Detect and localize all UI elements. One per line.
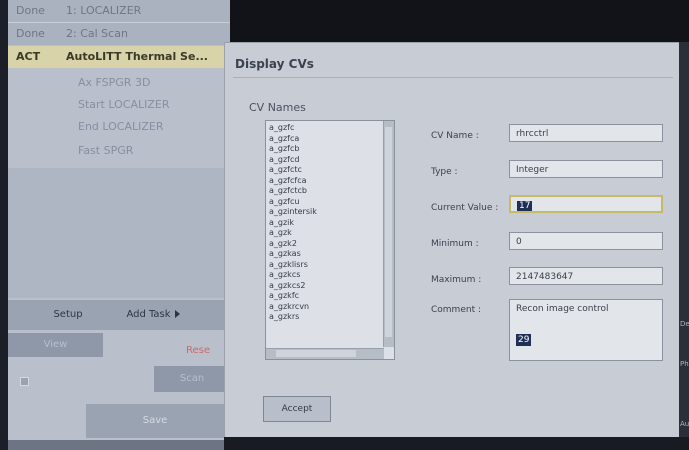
queue-empty-area bbox=[8, 168, 230, 298]
cv-name-item[interactable]: a_gzkcs bbox=[269, 270, 379, 281]
scrollbar-thumb[interactable] bbox=[276, 350, 356, 357]
setup-button[interactable]: Setup bbox=[38, 304, 98, 326]
cv-name-item[interactable]: a_gzkrcvn bbox=[269, 302, 379, 313]
reset-label: Rese bbox=[186, 345, 211, 356]
cv-name-item[interactable]: a_gzkrs bbox=[269, 312, 379, 323]
cv-name-item[interactable]: a_gzk2 bbox=[269, 239, 379, 250]
auto-scan-label: Auto Scan bbox=[34, 376, 85, 387]
queue-task-name: AutoLITT Thermal Se... bbox=[66, 50, 208, 63]
comment-highlight: 29 bbox=[516, 334, 532, 346]
right-edge-strip bbox=[679, 42, 689, 437]
divider bbox=[233, 77, 673, 78]
bottom-dark-area bbox=[224, 437, 689, 450]
cv-names-label: CV Names bbox=[249, 101, 306, 114]
dialog-title: Display CVs bbox=[235, 57, 314, 71]
checkbox-icon bbox=[20, 376, 29, 386]
triangle-right-icon bbox=[174, 310, 180, 318]
cv-name-field[interactable]: rhrcctrl bbox=[509, 124, 663, 142]
cv-name-item[interactable]: a_gzkfc bbox=[269, 291, 379, 302]
cv-name-item[interactable]: a_gzfcfca bbox=[269, 176, 379, 187]
cv-name-item[interactable]: a_gzintersik bbox=[269, 207, 379, 218]
cv-name-item[interactable]: a_gzklisrs bbox=[269, 260, 379, 271]
scrollbar-thumb[interactable] bbox=[385, 127, 392, 337]
top-dark-area bbox=[230, 0, 689, 42]
list-horizontal-scrollbar[interactable] bbox=[266, 348, 384, 359]
queue-row-cal-scan[interactable]: Done 2: Cal Scan bbox=[8, 23, 230, 45]
cv-name-item[interactable]: a_gzfctcb bbox=[269, 186, 379, 197]
list-vertical-scrollbar[interactable] bbox=[383, 121, 394, 347]
queue-status: Done bbox=[16, 27, 45, 40]
cv-names-list[interactable]: a_gzfc a_gzfca a_gzfcb a_gzfcd a_gzfctc a_gzf… bbox=[265, 120, 395, 360]
comment-label: Comment : bbox=[431, 305, 481, 315]
queue-subitem-label: Fast SPGR bbox=[78, 144, 134, 157]
display-cvs-dialog: Display CVs CV Names a_gzfc a_gzfca a_gzfc… bbox=[224, 42, 681, 439]
right-edge-text: Ph bbox=[680, 360, 689, 368]
type-label: Type : bbox=[431, 167, 458, 177]
cv-names-items: a_gzfc a_gzfca a_gzfcb a_gzfcd a_gzfctc a_gzf… bbox=[269, 123, 379, 323]
cv-name-item[interactable]: a_gzfc bbox=[269, 123, 379, 134]
cv-name-item[interactable]: a_gzk bbox=[269, 228, 379, 239]
right-edge-text: De bbox=[680, 320, 689, 328]
minimum-label: Minimum : bbox=[431, 239, 479, 249]
cv-name-label: CV Name : bbox=[431, 131, 479, 141]
queue-subitem[interactable]: Ax FSPGR 3D bbox=[8, 72, 230, 94]
queue-subitem-label: Start LOCALIZER bbox=[78, 98, 170, 111]
queue-task-name: 1: LOCALIZER bbox=[66, 4, 142, 17]
maximum-label: Maximum : bbox=[431, 275, 482, 285]
current-value-input[interactable]: 17 bbox=[509, 195, 663, 213]
current-value-text: 17 bbox=[517, 201, 533, 211]
accept-button[interactable]: Accept bbox=[263, 396, 331, 422]
cv-name-item[interactable]: a_gzkas bbox=[269, 249, 379, 260]
queue-subitem[interactable]: End LOCALIZER bbox=[8, 116, 230, 138]
queue-status: Done bbox=[16, 4, 45, 17]
queue-task-name: 2: Cal Scan bbox=[66, 27, 128, 40]
queue-bottom-strip bbox=[8, 440, 230, 450]
type-field[interactable]: Integer bbox=[509, 160, 663, 178]
queue-subitem-label: End LOCALIZER bbox=[78, 120, 164, 133]
cv-name-item[interactable]: a_gzfcd bbox=[269, 155, 379, 166]
cv-name-item[interactable]: a_gzik bbox=[269, 218, 379, 229]
view-button[interactable]: View bbox=[8, 333, 103, 357]
queue-row-localizer[interactable]: Done 1: LOCALIZER bbox=[8, 0, 230, 22]
cv-name-item[interactable]: a_gzkcs2 bbox=[269, 281, 379, 292]
auto-scan-toggle[interactable]: Auto Scan bbox=[20, 376, 85, 387]
comment-text: Recon image control bbox=[516, 304, 609, 314]
queue-subitem[interactable]: Start LOCALIZER bbox=[8, 94, 230, 116]
cv-name-item[interactable]: a_gzfca bbox=[269, 134, 379, 145]
queue-subitem[interactable]: Fast SPGR bbox=[8, 140, 230, 162]
queue-row-autolitt[interactable]: ACT AutoLITT Thermal Se... bbox=[8, 46, 230, 68]
scanner-console-screen: Done 1: LOCALIZER Done 2: Cal Scan ACT A… bbox=[0, 0, 689, 450]
maximum-field[interactable]: 2147483647 bbox=[509, 267, 663, 285]
current-value-label: Current Value : bbox=[431, 203, 499, 213]
right-edge-text: Au bbox=[680, 420, 689, 428]
minimum-field[interactable]: 0 bbox=[509, 232, 663, 250]
scan-button[interactable]: Scan bbox=[154, 366, 230, 392]
queue-button-row: Setup Add Task bbox=[8, 300, 230, 330]
save-button[interactable]: Save bbox=[86, 404, 224, 438]
cv-name-item[interactable]: a_gzfcb bbox=[269, 144, 379, 155]
comment-field[interactable]: Recon image control 29 bbox=[509, 299, 663, 361]
add-task-button[interactable]: Add Task bbox=[108, 304, 198, 326]
add-task-label: Add Task bbox=[126, 309, 171, 320]
cv-name-item[interactable]: a_gzfcu bbox=[269, 197, 379, 208]
queue-status: ACT bbox=[16, 50, 41, 63]
queue-subitem-label: Ax FSPGR 3D bbox=[78, 76, 151, 89]
cv-name-item[interactable]: a_gzfctc bbox=[269, 165, 379, 176]
